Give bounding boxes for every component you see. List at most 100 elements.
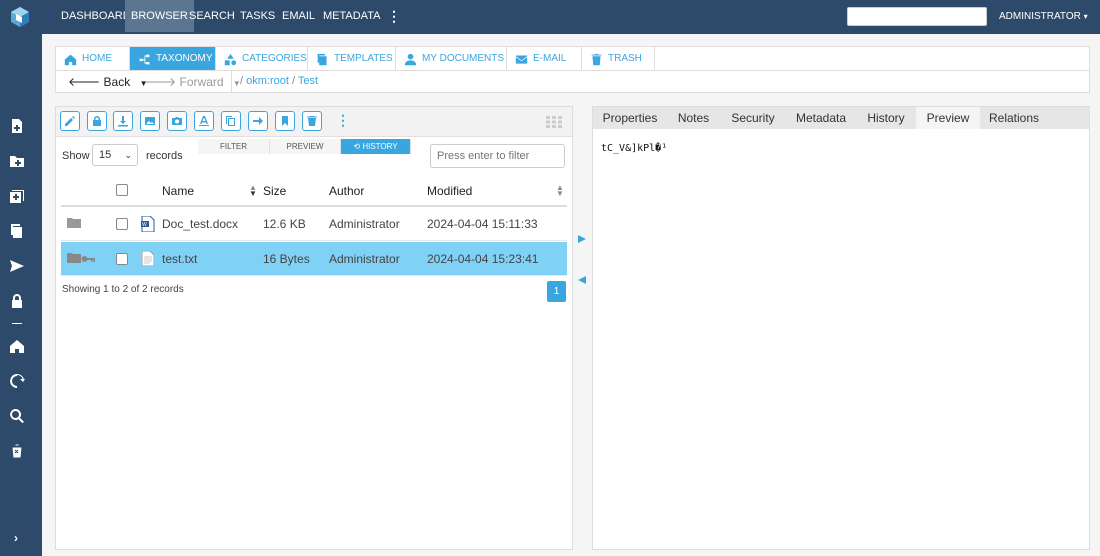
back-button[interactable]: 🡐 Back ▼ [68, 74, 147, 89]
edit-icon[interactable] [60, 111, 80, 131]
select-all-checkbox[interactable] [116, 184, 128, 196]
file-size: 16 Bytes [263, 252, 310, 266]
row-checkbox[interactable] [116, 218, 128, 230]
collapse-sidebar-icon[interactable]: › [14, 531, 18, 545]
tab-relations[interactable]: Relations [980, 107, 1048, 129]
subtab-filter[interactable]: FILTER [198, 139, 270, 154]
tab-notes[interactable]: Notes [667, 107, 720, 129]
tab-templates[interactable]: TEMPLATES [308, 47, 396, 70]
lock-icon[interactable] [8, 292, 26, 310]
file-author: Administrator [329, 217, 400, 231]
nav-more-icon[interactable]: ⋮ [387, 8, 401, 25]
taxonomy-icon [138, 52, 151, 65]
column-author[interactable]: Author [329, 184, 364, 198]
categories-icon [224, 52, 237, 66]
user-icon [404, 52, 417, 66]
table-row[interactable]: W Doc_test.docx 12.6 KB Administrator 20… [61, 207, 567, 241]
tab-trash[interactable]: TRASH [582, 47, 655, 70]
breadcrumb: / okm:root / Test [240, 75, 318, 87]
subtab-history[interactable]: ⟲ HISTORY [341, 139, 411, 154]
tab-taxonomy[interactable]: TAXONOMY [130, 47, 216, 70]
breadcrumb-root[interactable]: okm:root [246, 75, 289, 87]
file-toolbar: ⋮ [56, 107, 572, 137]
download-icon[interactable] [113, 111, 133, 131]
home-icon [64, 52, 77, 66]
nav-email[interactable]: EMAIL [276, 0, 321, 32]
arrow-left-icon: 🡐 [68, 75, 101, 89]
svg-text:W: W [142, 222, 147, 228]
trash-icon[interactable] [8, 442, 26, 460]
expand-right-icon[interactable] [577, 234, 587, 244]
tab-my-documents[interactable]: MY DOCUMENTS [396, 47, 507, 70]
templates-icon [316, 52, 329, 66]
tab-properties[interactable]: Properties [593, 107, 667, 129]
nav-tasks[interactable]: TASKS [234, 0, 281, 32]
more-actions-icon[interactable]: ⋮ [336, 113, 350, 127]
top-navbar: DASHBOARD BROWSER SEARCH TASKS EMAIL MET… [0, 0, 1100, 34]
file-modified: 2024-04-04 15:23:41 [427, 252, 539, 266]
page-button[interactable]: 1 [547, 281, 566, 302]
filter-input[interactable] [430, 144, 565, 168]
camera-icon[interactable] [167, 111, 187, 131]
text-icon[interactable] [194, 111, 214, 131]
arrow-right-icon: 🡒 [144, 75, 177, 89]
chevron-down-icon: ⌄ [124, 150, 132, 160]
move-icon[interactable] [248, 111, 268, 131]
breadcrumb-separator: / [240, 75, 244, 87]
nav-metadata[interactable]: METADATA [317, 0, 386, 32]
refresh-icon[interactable] [8, 372, 26, 390]
file-modified: 2024-04-04 15:11:33 [427, 217, 538, 231]
tab-preview[interactable]: Preview [916, 107, 980, 129]
file-name[interactable]: test.txt [162, 252, 197, 266]
search-icon[interactable] [8, 407, 26, 425]
tab-email[interactable]: E-MAIL [507, 47, 582, 70]
forward-label: Forward [179, 75, 224, 89]
trash-icon [590, 52, 603, 66]
lock-icon[interactable] [87, 111, 107, 131]
add-icon[interactable] [8, 187, 26, 205]
sort-asc-icon[interactable]: ▲ ▼ [249, 184, 257, 198]
page-size-select[interactable]: 15 ⌄ [92, 144, 138, 166]
column-name[interactable]: Name [162, 184, 194, 198]
copy-icon[interactable] [221, 111, 241, 131]
text-file-icon [141, 250, 155, 269]
new-folder-icon[interactable] [8, 152, 26, 170]
tab-home[interactable]: HOME [56, 47, 130, 70]
sidebar-divider [12, 323, 22, 324]
send-icon[interactable] [8, 257, 26, 275]
nav-search[interactable]: SEARCH [183, 0, 241, 32]
word-document-icon: W [141, 215, 155, 235]
file-name[interactable]: Doc_test.docx [162, 217, 238, 231]
file-author: Administrator [329, 252, 400, 266]
tab-categories[interactable]: CATEGORIES [216, 47, 308, 70]
column-size[interactable]: Size [263, 184, 286, 198]
sort-icon[interactable]: ▲ ▼ [556, 184, 564, 198]
delete-icon[interactable] [302, 111, 322, 131]
grid-view-icon[interactable] [546, 116, 562, 128]
folder-status-icon [67, 253, 81, 266]
tab-history[interactable]: History [856, 107, 916, 129]
copy-icon[interactable] [8, 222, 26, 240]
folder-status-icon [67, 218, 81, 231]
bookmark-icon[interactable] [275, 111, 295, 131]
user-name: ADMINISTRATOR [999, 11, 1081, 22]
expand-left-icon[interactable] [577, 275, 587, 285]
table-header: Name ▲ ▼ Size Author Modified ▲ ▼ [61, 175, 567, 207]
global-search-input[interactable] [847, 7, 987, 26]
forward-button[interactable]: 🡒 Forward ▼ [144, 74, 241, 89]
row-checkbox[interactable] [116, 253, 128, 265]
document-details-panel: Properties Notes Security Metadata Histo… [592, 106, 1090, 550]
left-sidebar: › [0, 34, 42, 556]
table-row[interactable]: test.txt 16 Bytes Administrator 2024-04-… [61, 242, 567, 276]
image-icon[interactable] [140, 111, 160, 131]
column-modified[interactable]: Modified [427, 184, 472, 198]
tab-metadata[interactable]: Metadata [786, 107, 856, 129]
tab-security[interactable]: Security [720, 107, 786, 129]
tab-categories-label: CATEGORIES [242, 53, 307, 64]
breadcrumb-current[interactable]: Test [298, 75, 318, 87]
app-logo-icon[interactable] [9, 6, 31, 28]
new-document-icon[interactable] [8, 117, 26, 135]
subtab-preview[interactable]: PREVIEW [270, 139, 341, 154]
user-menu[interactable]: ADMINISTRATOR ▾ [999, 0, 1088, 34]
home-icon[interactable] [8, 337, 26, 355]
